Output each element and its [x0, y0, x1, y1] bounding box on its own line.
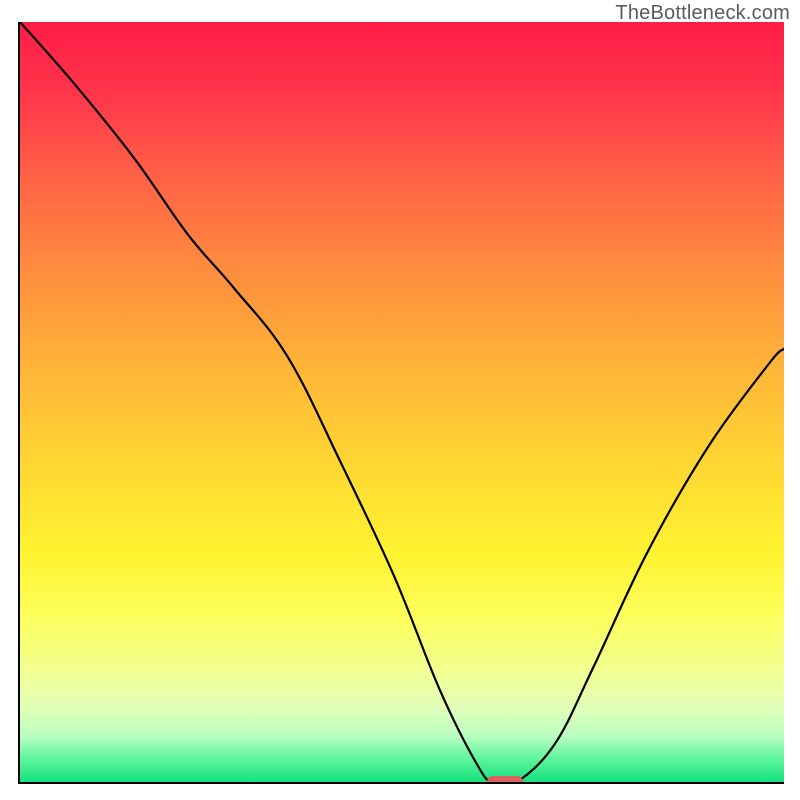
bottleneck-chart: TheBottleneck.com — [0, 0, 800, 800]
curve-layer — [20, 22, 784, 782]
bottleneck-curve-line — [20, 22, 784, 782]
plot-area — [18, 22, 784, 784]
optimal-point-marker — [487, 776, 523, 784]
